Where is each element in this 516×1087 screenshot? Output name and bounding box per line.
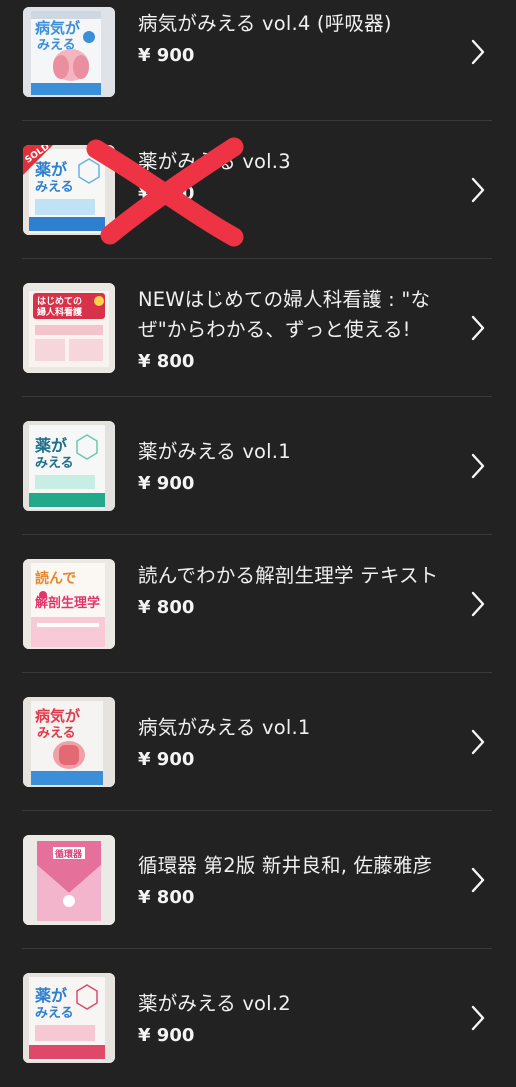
item-price: ¥ 900 — [138, 45, 195, 66]
cover-title-text: 薬が — [34, 160, 67, 179]
cover-title-text: 病気が — [35, 707, 81, 725]
list-item[interactable]: 病気が みえる 病気がみえる vol.1 ¥ 900 — [0, 673, 516, 811]
list-item[interactable]: はじめての 婦人科看護 NEWはじめての婦人科看護 : "なぜ"からわかる、ずっ… — [0, 259, 516, 397]
item-info: 薬がみえる vol.1 ¥ 900 — [138, 437, 448, 497]
book-cover-image: 読んで 解剖生理学 — [23, 559, 115, 649]
cover-subtitle-text: みえる — [35, 1006, 74, 1021]
chevron-right-icon[interactable] — [470, 39, 486, 65]
list-item-sold[interactable]: 薬が みえる SOLD 薬がみえる vol.3 ¥ 900 — [0, 121, 516, 259]
cover-title-text: 読んで — [35, 570, 76, 587]
book-cover-image: 循環器 — [23, 835, 115, 925]
cover-title-text: 薬が — [34, 436, 67, 455]
book-cover-image: はじめての 婦人科看護 — [23, 283, 115, 373]
chevron-right-icon[interactable] — [470, 729, 486, 755]
item-title: 病気がみえる vol.1 — [138, 716, 311, 739]
item-price: ¥ 900 — [138, 1025, 195, 1046]
item-price: ¥ 800 — [138, 597, 195, 618]
cover-title-text: はじめての — [37, 296, 82, 307]
item-info: 薬がみえる vol.3 ¥ 900 — [138, 147, 448, 207]
item-info: 病気がみえる vol.4 (呼吸器) ¥ 900 — [138, 9, 448, 69]
item-price: ¥ 900 — [138, 183, 195, 204]
item-info: 病気がみえる vol.1 ¥ 900 — [138, 713, 448, 773]
book-cover-image: 病気が みえる — [23, 7, 115, 97]
list-item[interactable]: 循環器 循環器 第2版 新井良和, 佐藤雅彦 ¥ 800 — [0, 811, 516, 949]
cover-subtitle-text: みえる — [37, 726, 76, 741]
book-cover-image: 薬が みえる SOLD — [23, 145, 115, 235]
item-price: ¥ 900 — [138, 473, 195, 494]
item-title: 読んでわかる解剖生理学 テキスト — [138, 564, 439, 587]
cover-subtitle-text: 婦人科看護 — [36, 306, 83, 318]
cover-title-text: 病気が — [35, 19, 81, 37]
list-item[interactable]: 薬が みえる 薬がみえる vol.1 ¥ 900 — [0, 397, 516, 535]
chevron-right-icon[interactable] — [470, 867, 486, 893]
item-info: NEWはじめての婦人科看護 : "なぜ"からわかる、ずっと使える! ¥ 800 — [138, 285, 448, 375]
item-title: 薬がみえる vol.3 — [138, 150, 291, 173]
chevron-right-icon[interactable] — [470, 453, 486, 479]
item-title: 薬がみえる vol.2 — [138, 992, 291, 1015]
item-title: 循環器 第2版 新井良和, 佐藤雅彦 — [138, 854, 433, 877]
product-list: 病気が みえる 病気がみえる vol.4 (呼吸器) ¥ 900 薬が みえる — [0, 0, 516, 1087]
cover-title-text: 薬が — [34, 986, 67, 1005]
item-price: ¥ 800 — [138, 887, 195, 908]
book-cover-image: 薬が みえる — [23, 973, 115, 1063]
cover-title-text: 循環器 — [55, 848, 83, 860]
chevron-right-icon[interactable] — [470, 177, 486, 203]
chevron-right-icon[interactable] — [470, 591, 486, 617]
item-title: NEWはじめての婦人科看護 : "なぜ"からわかる、ずっと使える! — [138, 288, 431, 341]
item-info: 循環器 第2版 新井良和, 佐藤雅彦 ¥ 800 — [138, 851, 448, 911]
cover-subtitle-text: みえる — [35, 456, 74, 471]
item-info: 薬がみえる vol.2 ¥ 900 — [138, 989, 448, 1049]
item-title: 薬がみえる vol.1 — [138, 440, 291, 463]
item-price: ¥ 900 — [138, 749, 195, 770]
cover-subtitle-text: みえる — [35, 180, 74, 195]
item-title: 病気がみえる vol.4 (呼吸器) — [138, 12, 392, 35]
book-cover-image: 病気が みえる — [23, 697, 115, 787]
chevron-right-icon[interactable] — [470, 315, 486, 341]
list-item[interactable]: 読んで 解剖生理学 読んでわかる解剖生理学 テキスト ¥ 800 — [0, 535, 516, 673]
item-info: 読んでわかる解剖生理学 テキスト ¥ 800 — [138, 561, 448, 621]
list-item[interactable]: 病気が みえる 病気がみえる vol.4 (呼吸器) ¥ 900 — [0, 0, 516, 121]
item-price: ¥ 800 — [138, 351, 195, 372]
list-item[interactable]: 薬が みえる 薬がみえる vol.2 ¥ 900 — [0, 949, 516, 1087]
book-cover-image: 薬が みえる — [23, 421, 115, 511]
chevron-right-icon[interactable] — [470, 1005, 486, 1031]
